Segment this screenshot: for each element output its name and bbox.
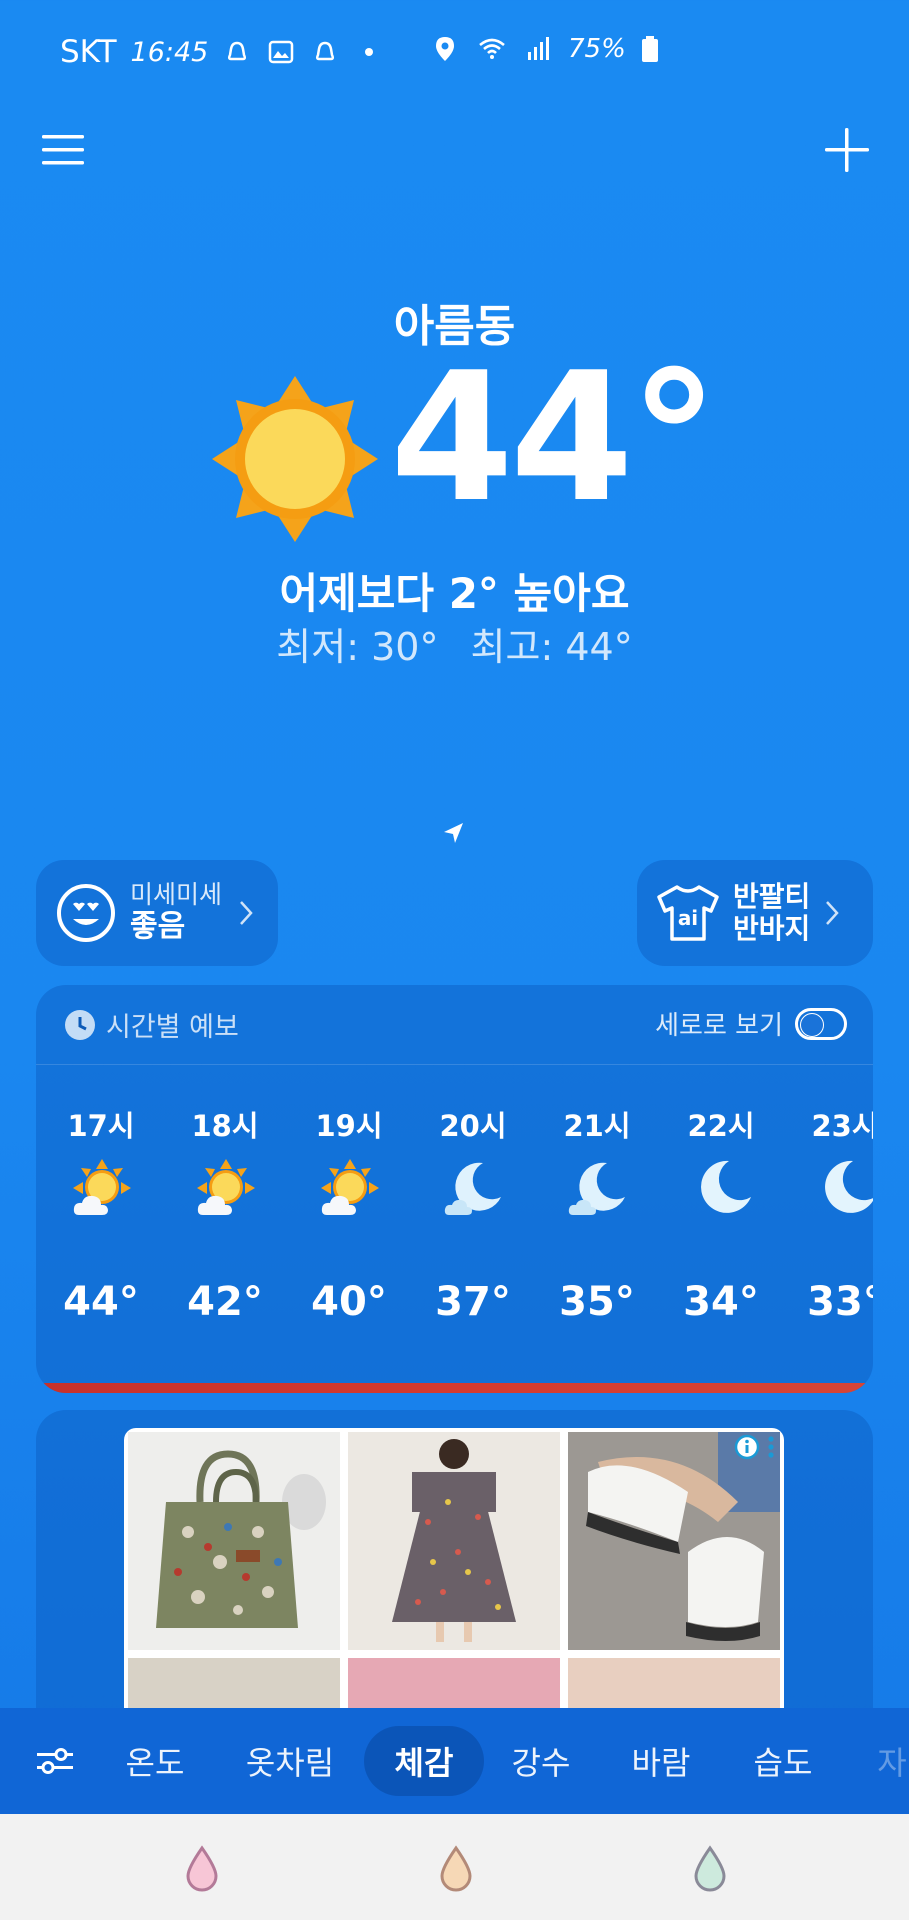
max-temperature: 최고: 44° (470, 625, 633, 669)
drop-icon-mint[interactable] (690, 1844, 730, 1892)
moon-cloud-icon (567, 1157, 629, 1219)
status-bar: SKT 16:45 75% (0, 0, 909, 106)
carrier-label: SKT (60, 34, 117, 70)
wifi-icon (479, 38, 505, 59)
moon-cloud-icon (443, 1157, 505, 1219)
min-max-temperature: 최저: 30° 최고: 44° (0, 616, 909, 671)
clothes-top: 반팔티 (733, 879, 811, 913)
hour-item[interactable]: 23시 33° (790, 1065, 873, 1385)
ad-tile-hand[interactable] (568, 1658, 780, 1710)
clock: 16:45 (130, 36, 209, 68)
current-temperature: 44° (390, 334, 719, 541)
tab-1[interactable]: 옷차림 (230, 1726, 350, 1796)
moon-icon (691, 1157, 753, 1219)
ad-tile-tote-bag[interactable] (128, 1432, 340, 1650)
chevron-right-icon (826, 901, 839, 925)
hour-time: 21시 (563, 1109, 631, 1143)
hour-item[interactable]: 22시 34° (666, 1065, 776, 1385)
hour-time: 19시 (315, 1109, 383, 1143)
svg-text:ai: ai (678, 906, 698, 930)
tab-5[interactable]: 습도 (728, 1726, 838, 1796)
drop-icon-peach[interactable] (436, 1844, 476, 1892)
battery-icon (641, 36, 658, 62)
hour-temperature: 42° (187, 1279, 263, 1325)
heat-index-bar (36, 1383, 873, 1393)
vertical-view-toggle[interactable]: 세로로 보기 (655, 1005, 847, 1042)
ad-tile-sandals[interactable] (568, 1432, 780, 1650)
ad-tile-skirt[interactable] (128, 1658, 340, 1710)
signal-icon (528, 37, 549, 60)
sun-cloud-icon (71, 1157, 133, 1219)
drop-icon-pink[interactable] (182, 1844, 222, 1892)
fine-dust-pill[interactable]: 미세미세 좋음 (36, 860, 278, 966)
sun-cloud-icon (319, 1157, 381, 1219)
moon-icon (815, 1157, 873, 1219)
hour-time: 23시 (811, 1109, 873, 1143)
dust-value: 좋음 (130, 909, 186, 945)
hour-time: 20시 (439, 1109, 507, 1143)
notification-icon-2 (316, 41, 335, 61)
ai-tshirt-icon: ai (657, 885, 719, 941)
notification-icon (228, 41, 247, 61)
hourly-title: 시간별 예보 (106, 1012, 239, 1043)
sun-icon (212, 376, 378, 542)
hour-time: 22시 (687, 1109, 755, 1143)
navigation-arrow-icon (444, 823, 463, 843)
ad-card (36, 1410, 873, 1710)
tab-3[interactable]: 강수 (486, 1726, 596, 1796)
filter-button[interactable] (30, 1726, 80, 1796)
hourly-list[interactable]: 17시 44° 18시 42° 19시 40° 20시 37° 21시 35° 22시 34° 23시 3… (36, 1065, 873, 1393)
clothes-bottom: 반바지 (733, 912, 811, 945)
tab-0[interactable]: 온도 (100, 1726, 210, 1796)
hour-item[interactable]: 20시 37° (418, 1065, 528, 1385)
chevron-right-icon (240, 901, 253, 925)
vertical-view-label: 세로로 보기 (655, 1011, 783, 1041)
sliders-icon (37, 1748, 73, 1774)
hourly-header: 시간별 예보 세로로 보기 (36, 985, 873, 1065)
more-vertical-icon[interactable] (766, 1434, 776, 1460)
smiley-heart-eyes-icon (57, 884, 115, 942)
plus-icon (825, 128, 869, 172)
info-icon[interactable] (734, 1434, 760, 1460)
clothes-recommendation-pill[interactable]: ai 반팔티 반바지 (637, 860, 873, 966)
hour-temperature: 37° (435, 1279, 511, 1325)
hour-temperature: 33° (807, 1279, 873, 1325)
current-weather: 44° (210, 334, 719, 550)
hour-time: 18시 (191, 1109, 259, 1143)
hour-time: 17시 (67, 1109, 135, 1143)
dot-icon (365, 48, 374, 56)
clock-icon (65, 1009, 95, 1040)
ad-info[interactable] (734, 1434, 776, 1460)
tab-2[interactable]: 체감 (364, 1726, 484, 1796)
ad-banner[interactable] (124, 1428, 784, 1710)
hour-item[interactable]: 21시 35° (542, 1065, 652, 1385)
hour-temperature: 40° (311, 1279, 387, 1325)
tab-6[interactable]: 자 (862, 1726, 909, 1796)
hamburger-menu-icon (42, 135, 84, 165)
hour-temperature: 44° (63, 1279, 139, 1325)
ad-tile-dress[interactable] (348, 1432, 560, 1650)
menu-button[interactable] (28, 115, 98, 185)
hour-item[interactable]: 17시 44° (46, 1065, 156, 1385)
toggle-switch[interactable] (795, 1007, 847, 1040)
hour-item[interactable]: 18시 42° (170, 1065, 280, 1385)
category-tab-bar: 온도 옷차림 체감 강수 바람 습도 자 (0, 1708, 909, 1814)
ad-tile-shoes-red[interactable] (348, 1658, 560, 1710)
hour-item[interactable]: 19시 40° (294, 1065, 404, 1385)
hour-temperature: 35° (559, 1279, 635, 1325)
system-navigation-bar (0, 1814, 909, 1920)
hour-temperature: 34° (683, 1279, 759, 1325)
tab-4[interactable]: 바람 (606, 1726, 716, 1796)
battery-percent: 75% (568, 34, 626, 64)
sun-cloud-icon (195, 1157, 257, 1219)
location-icon (436, 37, 454, 61)
add-location-button[interactable] (812, 115, 882, 185)
dust-label: 미세미세 (130, 880, 223, 910)
min-temperature: 최저: 30° (276, 625, 439, 669)
compare-yesterday: 어제보다 2° 높아요 (279, 569, 630, 618)
hourly-forecast-card: 시간별 예보 세로로 보기 17시 44° 18시 42° 19시 40° 20시 37° 21… (36, 985, 873, 1393)
gallery-icon (269, 40, 294, 64)
